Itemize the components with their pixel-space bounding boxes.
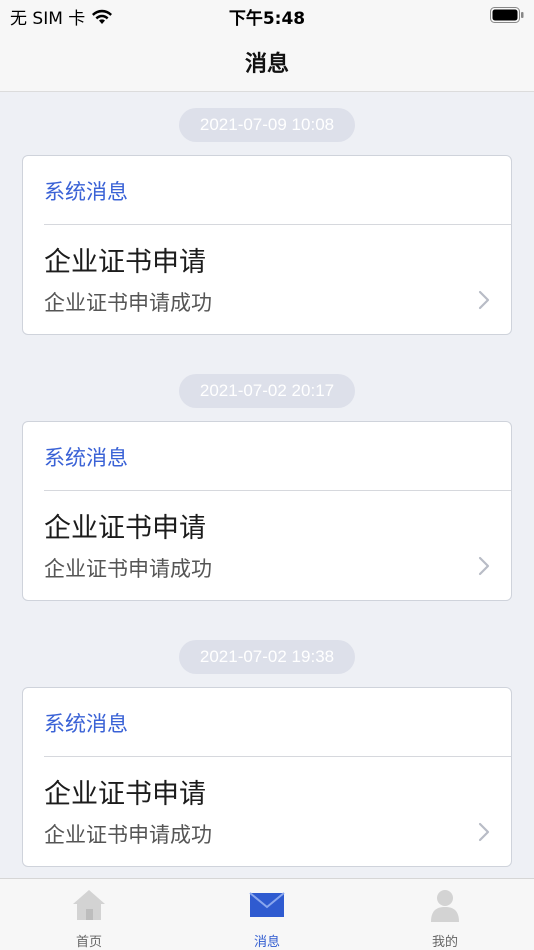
status-time: 下午5:48 bbox=[228, 9, 306, 29]
message-description: 企业证书申请成功 bbox=[44, 823, 212, 847]
tab-home-label: 首页 bbox=[75, 935, 102, 950]
message-title: 企业证书申请 bbox=[44, 779, 206, 810]
message-category: 系统消息 bbox=[44, 180, 128, 204]
user-icon bbox=[431, 890, 459, 922]
chevron-right-icon bbox=[478, 556, 490, 576]
tab-profile[interactable]: 我的 bbox=[356, 879, 534, 950]
message-description: 企业证书申请成功 bbox=[44, 557, 212, 581]
chevron-right-icon bbox=[478, 822, 490, 842]
message-timestamp: 2021-07-02 20:17 bbox=[179, 374, 355, 408]
message-category: 系统消息 bbox=[44, 446, 128, 470]
home-icon bbox=[73, 890, 105, 920]
mail-icon bbox=[249, 892, 285, 917]
battery-icon bbox=[490, 7, 524, 23]
message-category: 系统消息 bbox=[44, 712, 128, 736]
message-card[interactable]: 系统消息 企业证书申请 企业证书申请成功 bbox=[22, 687, 512, 867]
message-title: 企业证书申请 bbox=[44, 247, 206, 278]
message-description: 企业证书申请成功 bbox=[44, 291, 212, 315]
page-title: 消息 bbox=[244, 52, 289, 77]
tab-profile-label: 我的 bbox=[431, 935, 458, 950]
tab-home[interactable]: 首页 bbox=[0, 879, 178, 950]
card-divider bbox=[44, 490, 511, 491]
status-bar: 无 SIM 卡 下午5:48 bbox=[0, 0, 534, 30]
nav-bar: 消息 bbox=[0, 30, 534, 92]
message-card[interactable]: 系统消息 企业证书申请 企业证书申请成功 bbox=[22, 155, 512, 335]
message-title: 企业证书申请 bbox=[44, 513, 206, 544]
message-timestamp: 2021-07-02 19:38 bbox=[179, 640, 355, 674]
message-list[interactable]: 2021-07-09 10:08 系统消息 企业证书申请 企业证书申请成功 20… bbox=[0, 92, 534, 878]
card-divider bbox=[44, 756, 511, 757]
tab-messages[interactable]: 消息 bbox=[178, 879, 356, 950]
tab-messages-label: 消息 bbox=[253, 935, 280, 950]
message-timestamp: 2021-07-09 10:08 bbox=[179, 108, 355, 142]
message-card[interactable]: 系统消息 企业证书申请 企业证书申请成功 bbox=[22, 421, 512, 601]
chevron-right-icon bbox=[478, 290, 490, 310]
tab-bar: 首页 消息 我的 bbox=[0, 878, 534, 950]
card-divider bbox=[44, 224, 511, 225]
